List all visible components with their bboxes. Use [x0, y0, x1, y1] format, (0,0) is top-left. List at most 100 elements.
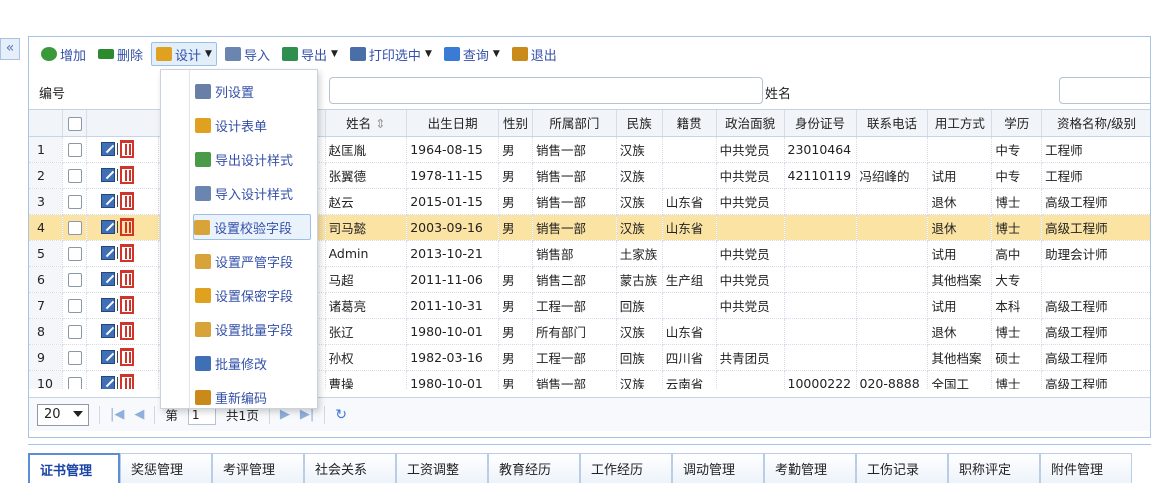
toolbar-add-button[interactable]: 增加 [37, 42, 90, 66]
tab-6[interactable]: 教育经历 [488, 453, 580, 483]
column-header[interactable]: 民族 [616, 110, 663, 137]
trash-icon[interactable] [120, 218, 135, 236]
prev-page-icon[interactable]: ◀ [134, 407, 144, 422]
toolbar-remove-button[interactable]: 删除 [94, 42, 147, 66]
trash-icon[interactable] [120, 322, 135, 340]
edit-icon[interactable] [101, 168, 116, 182]
menu-item[interactable]: 重新编码 [195, 384, 311, 410]
cell-birth: 2011-11-06 [406, 266, 500, 293]
row-checkbox[interactable] [67, 168, 82, 183]
row-number: 9 [29, 344, 64, 371]
tab-10[interactable]: 工伤记录 [856, 453, 948, 483]
edit-icon[interactable] [101, 246, 116, 260]
tab-1[interactable]: 证书管理 [28, 453, 120, 483]
menu-item[interactable]: 批量修改 [195, 350, 311, 376]
column-header[interactable]: 学历 [991, 110, 1043, 137]
row-number: 3 [29, 188, 64, 215]
edit-icon[interactable] [101, 220, 116, 234]
recode-icon [195, 389, 211, 405]
trash-icon[interactable] [120, 270, 135, 288]
row-actions [86, 344, 160, 371]
menu-item[interactable]: 设置校验字段 [193, 214, 311, 240]
cell-party [716, 318, 785, 345]
menu-item[interactable]: 设置批量字段 [195, 316, 311, 342]
trash-icon[interactable] [120, 296, 135, 314]
page-size-select[interactable]: 20 [37, 403, 89, 426]
tab-11[interactable]: 职称评定 [948, 453, 1040, 483]
select-all-checkbox[interactable] [67, 116, 82, 131]
row-checkbox[interactable] [67, 220, 82, 235]
menu-item[interactable]: 设计表单 [195, 112, 311, 138]
collapse-left-button[interactable]: « [0, 38, 20, 60]
column-header[interactable]: 所属部门 [532, 110, 617, 137]
column-header[interactable]: 资格名称/级别 [1041, 110, 1150, 137]
column-header[interactable]: 出生日期 [406, 110, 500, 137]
trash-icon[interactable] [120, 244, 135, 262]
toolbar-export-button[interactable]: 导出 ▼ [278, 42, 342, 66]
id-search-input[interactable] [329, 77, 763, 104]
row-checkbox[interactable] [67, 272, 82, 287]
cell-nation: 汉族 [616, 188, 663, 215]
edit-icon[interactable] [101, 298, 116, 312]
menu-item[interactable]: 设置保密字段 [195, 282, 311, 308]
tab-7[interactable]: 工作经历 [580, 453, 672, 483]
column-header[interactable]: 政治面貌 [716, 110, 785, 137]
trash-icon[interactable] [120, 348, 135, 366]
toolbar-label: 导入 [243, 48, 270, 64]
trash-icon[interactable] [120, 166, 135, 184]
cell-name: Admin [325, 240, 408, 267]
cell-qual: 高级工程师 [1041, 292, 1150, 319]
cell-emp: 试用 [927, 162, 993, 189]
cell-birth: 1980-10-01 [406, 318, 500, 345]
exit-icon [511, 47, 528, 61]
edit-icon[interactable] [101, 376, 116, 389]
menu-item[interactable]: 导出设计样式 [195, 146, 311, 172]
tab-9[interactable]: 考勤管理 [764, 453, 856, 483]
column-header[interactable]: 身份证号 [784, 110, 857, 137]
edit-icon[interactable] [101, 324, 116, 338]
refresh-icon[interactable]: ↻ [335, 407, 347, 423]
edit-icon[interactable] [101, 272, 116, 286]
row-actions [86, 162, 160, 189]
toolbar-label: 删除 [117, 48, 144, 64]
row-checkbox[interactable] [67, 350, 82, 365]
tab-3[interactable]: 考评管理 [212, 453, 304, 483]
row-checkbox[interactable] [67, 298, 82, 313]
tab-12[interactable]: 附件管理 [1040, 453, 1132, 483]
name-search-input[interactable] [1059, 77, 1150, 104]
tab-5[interactable]: 工资调整 [396, 453, 488, 483]
column-header[interactable]: 用工方式 [927, 110, 993, 137]
column-header[interactable]: 性别 [498, 110, 533, 137]
toolbar-print-button[interactable]: 打印选中 ▼ [346, 42, 436, 66]
tab-4[interactable]: 社会关系 [304, 453, 396, 483]
row-checkbox[interactable] [67, 194, 82, 209]
tab-2[interactable]: 奖惩管理 [120, 453, 212, 483]
cell-birth: 1964-08-15 [406, 136, 500, 163]
edit-icon[interactable] [101, 350, 116, 364]
tab-8[interactable]: 调动管理 [672, 453, 764, 483]
row-checkbox[interactable] [67, 142, 82, 157]
cell-origin: 云南省 [662, 370, 717, 389]
menu-item[interactable]: 设置严管字段 [195, 248, 311, 274]
toolbar-search-button[interactable]: 查询 ▼ [440, 42, 504, 66]
column-header[interactable]: 联系电话 [856, 110, 929, 137]
trash-icon[interactable] [120, 192, 135, 210]
row-checkbox[interactable] [67, 324, 82, 339]
row-checkbox[interactable] [67, 246, 82, 261]
trash-icon[interactable] [120, 140, 135, 158]
cell-sex: 男 [498, 344, 533, 371]
column-header[interactable]: 姓名 ⇕ [325, 110, 408, 137]
first-page-icon[interactable]: |◀ [110, 407, 124, 422]
menu-item[interactable]: 导入设计样式 [195, 180, 311, 206]
cell-phone: 020-8888 [856, 370, 929, 389]
trash-icon[interactable] [120, 374, 135, 389]
column-header-label: 性别 [503, 116, 529, 132]
edit-icon[interactable] [101, 142, 116, 156]
row-checkbox[interactable] [67, 376, 82, 389]
toolbar-exit-button[interactable]: 退出 [508, 42, 561, 66]
edit-icon[interactable] [101, 194, 116, 208]
menu-item[interactable]: 列设置 [195, 78, 311, 104]
toolbar-design-button[interactable]: 设计 ▼ [151, 42, 217, 66]
column-header[interactable]: 籍贯 [662, 110, 717, 137]
toolbar-import-button[interactable]: 导入 [221, 42, 274, 66]
